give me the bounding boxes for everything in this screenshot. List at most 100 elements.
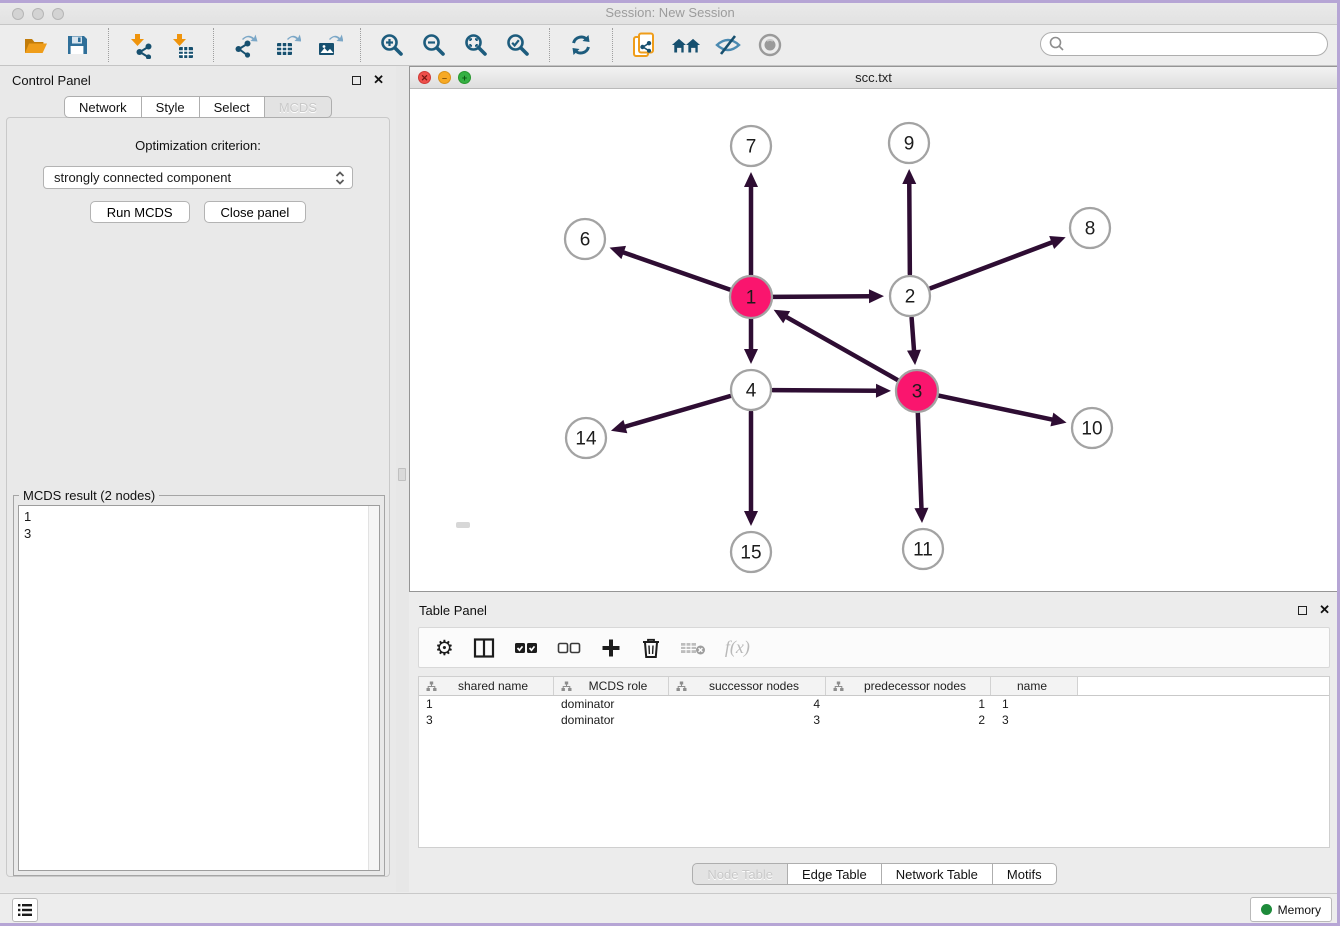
column-header-name[interactable]: name — [991, 677, 1078, 695]
graph-edge-1-2[interactable] — [773, 296, 871, 297]
deselect-all-icon[interactable] — [557, 636, 581, 660]
tab-edge-table[interactable]: Edge Table — [788, 863, 882, 885]
close-panel-button[interactable]: Close panel — [204, 201, 307, 223]
optimization-criterion-select[interactable]: strongly connected component — [43, 166, 353, 189]
select-all-icon[interactable] — [514, 636, 538, 660]
graph-edge-2-8[interactable] — [931, 242, 1054, 288]
window-zoom-button[interactable] — [52, 8, 64, 20]
hierarchy-icon — [426, 681, 437, 692]
mcds-result-list[interactable]: 1 3 — [18, 505, 380, 871]
graph-edge-1-6[interactable] — [622, 252, 730, 290]
table-row[interactable]: 3 dominator 3 2 3 — [419, 712, 1329, 728]
cell-predecessor-nodes[interactable]: 1 — [826, 697, 991, 711]
tab-node-table[interactable]: Node Table — [692, 863, 788, 885]
show-all-icon[interactable] — [755, 30, 785, 60]
refresh-icon[interactable] — [566, 30, 596, 60]
tab-motifs[interactable]: Motifs — [993, 863, 1057, 885]
control-panel: Control Panel ✕ Network Style Select MCD… — [0, 66, 396, 892]
column-header-mcds-role[interactable]: MCDS role — [554, 677, 669, 695]
hide-selected-icon[interactable] — [713, 30, 743, 60]
export-network-icon[interactable] — [230, 30, 260, 60]
floppy-label — [71, 46, 84, 54]
network-zoom-button[interactable]: + — [458, 71, 471, 84]
network-graph[interactable]: 7968124314101511 — [410, 89, 1337, 591]
import-network-icon[interactable] — [125, 30, 155, 60]
add-column-icon[interactable] — [600, 636, 622, 660]
mcds-result-item[interactable]: 1 — [24, 508, 374, 525]
window-close-button[interactable] — [12, 8, 24, 20]
open-session-icon[interactable] — [20, 30, 50, 60]
zoom-selected-icon[interactable] — [503, 30, 533, 60]
graph-edge-3-1[interactable] — [785, 316, 898, 380]
mcds-result-item[interactable]: 3 — [24, 525, 374, 542]
cell-name[interactable]: 3 — [991, 713, 1078, 727]
network-minimize-button[interactable]: – — [438, 71, 451, 84]
search-input[interactable] — [1040, 32, 1328, 56]
cell-shared-name[interactable]: 3 — [419, 713, 554, 727]
run-mcds-button[interactable]: Run MCDS — [90, 201, 190, 223]
tab-mcds[interactable]: MCDS — [265, 96, 332, 118]
show-network-list-button[interactable] — [12, 898, 38, 922]
copy-network-icon[interactable] — [629, 30, 659, 60]
cell-successor-nodes[interactable]: 3 — [669, 713, 826, 727]
table-glyph — [277, 43, 292, 55]
result-scrollbar[interactable] — [368, 506, 379, 870]
network-close-button[interactable]: ✕ — [418, 71, 431, 84]
cell-predecessor-nodes[interactable]: 2 — [826, 713, 991, 727]
first-neighbors-icon[interactable] — [671, 30, 701, 60]
zoom-in-icon[interactable] — [377, 30, 407, 60]
float-table-panel-icon[interactable] — [1298, 606, 1307, 615]
graph-edge-arrow — [1050, 413, 1066, 427]
selected-criterion: strongly connected component — [54, 170, 332, 185]
graph-edge-3-10[interactable] — [939, 396, 1054, 420]
network-table-splitter-handle[interactable] — [456, 522, 470, 528]
graph-edge-2-3[interactable] — [912, 318, 915, 352]
search-icon — [1048, 35, 1066, 53]
graph-edge-arrow — [610, 246, 626, 259]
node-table: shared name MCDS role successor nodes pr… — [418, 676, 1330, 848]
hierarchy-icon — [833, 681, 844, 692]
optimization-criterion-label: Optimization criterion: — [7, 138, 389, 153]
close-table-panel-icon[interactable]: ✕ — [1319, 602, 1330, 618]
export-table-icon[interactable] — [272, 30, 302, 60]
plus-glyph — [386, 39, 393, 46]
save-session-icon[interactable] — [62, 30, 92, 60]
splitter-handle[interactable] — [398, 468, 406, 481]
zoom-fit-icon[interactable] — [461, 30, 491, 60]
table-toolbar: ⚙ f(x) — [418, 627, 1330, 668]
graph-node-label: 8 — [1085, 219, 1096, 240]
graph-edge-3-11[interactable] — [918, 413, 922, 510]
table-panel: Table Panel ✕ ⚙ f(x) shared name — [409, 596, 1340, 890]
network-canvas[interactable]: 7968124314101511 — [410, 89, 1337, 591]
tab-select[interactable]: Select — [200, 96, 265, 118]
tab-network-table[interactable]: Network Table — [882, 863, 993, 885]
zoom-out-icon[interactable] — [419, 30, 449, 60]
tab-style[interactable]: Style — [142, 96, 200, 118]
cell-successor-nodes[interactable]: 4 — [669, 697, 826, 711]
memory-button[interactable]: Memory — [1250, 897, 1332, 922]
graph-edge-arrow — [869, 289, 884, 303]
graph-edge-2-9[interactable] — [909, 182, 910, 274]
cell-mcds-role[interactable]: dominator — [554, 713, 669, 727]
export-image-icon[interactable] — [314, 30, 344, 60]
delete-column-icon[interactable] — [641, 636, 661, 660]
float-panel-icon[interactable] — [352, 76, 361, 85]
graph-edge-4-14[interactable] — [623, 396, 729, 427]
panel-splitter[interactable] — [396, 66, 409, 892]
column-visibility-icon[interactable] — [473, 636, 495, 660]
floppy-notch — [78, 38, 81, 43]
table-settings-icon[interactable]: ⚙ — [435, 636, 454, 660]
import-table-icon[interactable] — [167, 30, 197, 60]
column-header-successor-nodes[interactable]: successor nodes — [669, 677, 826, 695]
cell-name[interactable]: 1 — [991, 697, 1078, 711]
close-panel-icon[interactable]: ✕ — [373, 72, 384, 88]
window-minimize-button[interactable] — [32, 8, 44, 20]
cell-mcds-role[interactable]: dominator — [554, 697, 669, 711]
graph-edge-arrow — [876, 384, 891, 398]
table-row[interactable]: 1 dominator 4 1 1 — [419, 696, 1329, 712]
column-header-shared-name[interactable]: shared name — [419, 677, 554, 695]
column-header-predecessor-nodes[interactable]: predecessor nodes — [826, 677, 991, 695]
graph-edge-4-3[interactable] — [773, 390, 878, 391]
cell-shared-name[interactable]: 1 — [419, 697, 554, 711]
tab-network[interactable]: Network — [64, 96, 142, 118]
